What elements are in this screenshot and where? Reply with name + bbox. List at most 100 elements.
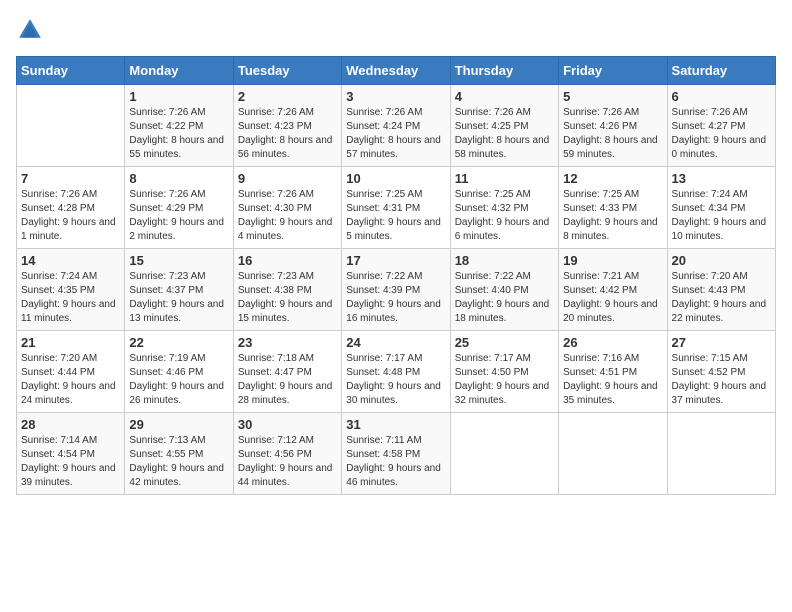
calendar-week-row: 1Sunrise: 7:26 AM Sunset: 4:22 PM Daylig… xyxy=(17,85,776,167)
cell-day-number: 6 xyxy=(672,89,771,104)
calendar-cell: 12 Sunrise: 7:25 AM Sunset: 4:33 PM Dayli… xyxy=(559,167,667,249)
cell-day-number: 27 xyxy=(672,335,771,350)
calendar-week-row: 14 Sunrise: 7:24 AM Sunset: 4:35 PM Dayli… xyxy=(17,249,776,331)
calendar-cell: 13Sunrise: 7:24 AM Sunset: 4:34 PM Dayli… xyxy=(667,167,775,249)
cell-day-number: 31 xyxy=(346,417,445,432)
page-header xyxy=(16,16,776,44)
cell-info: Sunrise: 7:22 AM Sunset: 4:40 PM Dayligh… xyxy=(455,270,554,326)
cell-info: Sunrise: 7:20 AM Sunset: 4:43 PM Dayligh… xyxy=(672,270,771,326)
calendar-week-row: 21 Sunrise: 7:20 AM Sunset: 4:44 PM Dayli… xyxy=(17,331,776,413)
calendar-cell: 15Sunrise: 7:23 AM Sunset: 4:37 PM Dayli… xyxy=(125,249,233,331)
calendar-cell: 9 Sunrise: 7:26 AM Sunset: 4:30 PM Daylig… xyxy=(233,167,341,249)
cell-info: Sunrise: 7:25 AM Sunset: 4:32 PM Dayligh… xyxy=(455,188,554,244)
cell-info: Sunrise: 7:25 AM Sunset: 4:31 PM Dayligh… xyxy=(346,188,445,244)
calendar-cell: 8 Sunrise: 7:26 AM Sunset: 4:29 PM Daylig… xyxy=(125,167,233,249)
calendar-cell: 22Sunrise: 7:19 AM Sunset: 4:46 PM Dayli… xyxy=(125,331,233,413)
calendar-cell: 29 Sunrise: 7:13 AM Sunset: 4:55 PM Dayli… xyxy=(125,413,233,495)
cell-day-number: 14 xyxy=(21,253,120,268)
calendar-cell: 2 Sunrise: 7:26 AM Sunset: 4:23 PM Daylig… xyxy=(233,85,341,167)
cell-day-number: 18 xyxy=(455,253,554,268)
calendar-cell: 18 Sunrise: 7:22 AM Sunset: 4:40 PM Dayli… xyxy=(450,249,558,331)
cell-day-number: 25 xyxy=(455,335,554,350)
calendar-day-header: Monday xyxy=(125,57,233,85)
cell-info: Sunrise: 7:15 AM Sunset: 4:52 PM Dayligh… xyxy=(672,352,771,408)
calendar-cell: 20 Sunrise: 7:20 AM Sunset: 4:43 PM Dayli… xyxy=(667,249,775,331)
cell-day-number: 9 xyxy=(238,171,337,186)
cell-day-number: 11 xyxy=(455,171,554,186)
cell-info: Sunrise: 7:14 AM Sunset: 4:54 PM Dayligh… xyxy=(21,434,120,490)
cell-info: Sunrise: 7:17 AM Sunset: 4:48 PM Dayligh… xyxy=(346,352,445,408)
calendar-cell: 28 Sunrise: 7:14 AM Sunset: 4:54 PM Dayli… xyxy=(17,413,125,495)
calendar-cell: 19 Sunrise: 7:21 AM Sunset: 4:42 PM Dayli… xyxy=(559,249,667,331)
cell-day-number: 3 xyxy=(346,89,445,104)
cell-day-number: 29 xyxy=(129,417,228,432)
cell-info: Sunrise: 7:26 AM Sunset: 4:30 PM Dayligh… xyxy=(238,188,337,244)
cell-info: Sunrise: 7:22 AM Sunset: 4:39 PM Dayligh… xyxy=(346,270,445,326)
calendar-cell: 11 Sunrise: 7:25 AM Sunset: 4:32 PM Dayli… xyxy=(450,167,558,249)
calendar-cell: 25 Sunrise: 7:17 AM Sunset: 4:50 PM Dayli… xyxy=(450,331,558,413)
calendar-week-row: 28 Sunrise: 7:14 AM Sunset: 4:54 PM Dayli… xyxy=(17,413,776,495)
cell-info: Sunrise: 7:18 AM Sunset: 4:47 PM Dayligh… xyxy=(238,352,337,408)
cell-info: Sunrise: 7:21 AM Sunset: 4:42 PM Dayligh… xyxy=(563,270,662,326)
cell-info: Sunrise: 7:26 AM Sunset: 4:27 PM Dayligh… xyxy=(672,106,771,162)
calendar-cell: 16 Sunrise: 7:23 AM Sunset: 4:38 PM Dayli… xyxy=(233,249,341,331)
cell-info: Sunrise: 7:26 AM Sunset: 4:24 PM Dayligh… xyxy=(346,106,445,162)
calendar-cell: 1Sunrise: 7:26 AM Sunset: 4:22 PM Daylig… xyxy=(125,85,233,167)
cell-day-number: 5 xyxy=(563,89,662,104)
cell-info: Sunrise: 7:25 AM Sunset: 4:33 PM Dayligh… xyxy=(563,188,662,244)
cell-info: Sunrise: 7:16 AM Sunset: 4:51 PM Dayligh… xyxy=(563,352,662,408)
calendar-cell: 21 Sunrise: 7:20 AM Sunset: 4:44 PM Dayli… xyxy=(17,331,125,413)
cell-day-number: 28 xyxy=(21,417,120,432)
calendar-day-header: Wednesday xyxy=(342,57,450,85)
cell-info: Sunrise: 7:13 AM Sunset: 4:55 PM Dayligh… xyxy=(129,434,228,490)
calendar-day-header: Sunday xyxy=(17,57,125,85)
cell-info: Sunrise: 7:26 AM Sunset: 4:29 PM Dayligh… xyxy=(129,188,228,244)
calendar-cell: 10 Sunrise: 7:25 AM Sunset: 4:31 PM Dayli… xyxy=(342,167,450,249)
calendar-cell: 27 Sunrise: 7:15 AM Sunset: 4:52 PM Dayli… xyxy=(667,331,775,413)
calendar-day-header: Tuesday xyxy=(233,57,341,85)
cell-info: Sunrise: 7:23 AM Sunset: 4:38 PM Dayligh… xyxy=(238,270,337,326)
calendar-cell xyxy=(559,413,667,495)
cell-info: Sunrise: 7:26 AM Sunset: 4:23 PM Dayligh… xyxy=(238,106,337,162)
logo-icon xyxy=(16,16,44,44)
cell-day-number: 13 xyxy=(672,171,771,186)
cell-day-number: 20 xyxy=(672,253,771,268)
calendar-week-row: 7 Sunrise: 7:26 AM Sunset: 4:28 PM Daylig… xyxy=(17,167,776,249)
cell-day-number: 12 xyxy=(563,171,662,186)
calendar-cell: 26 Sunrise: 7:16 AM Sunset: 4:51 PM Dayli… xyxy=(559,331,667,413)
cell-day-number: 15 xyxy=(129,253,228,268)
calendar-cell xyxy=(450,413,558,495)
calendar-cell: 6 Sunrise: 7:26 AM Sunset: 4:27 PM Daylig… xyxy=(667,85,775,167)
cell-day-number: 7 xyxy=(21,171,120,186)
calendar-cell: 30Sunrise: 7:12 AM Sunset: 4:56 PM Dayli… xyxy=(233,413,341,495)
cell-day-number: 2 xyxy=(238,89,337,104)
cell-day-number: 1 xyxy=(129,89,228,104)
cell-day-number: 24 xyxy=(346,335,445,350)
cell-info: Sunrise: 7:24 AM Sunset: 4:35 PM Dayligh… xyxy=(21,270,120,326)
cell-day-number: 21 xyxy=(21,335,120,350)
cell-info: Sunrise: 7:19 AM Sunset: 4:46 PM Dayligh… xyxy=(129,352,228,408)
cell-info: Sunrise: 7:26 AM Sunset: 4:28 PM Dayligh… xyxy=(21,188,120,244)
logo xyxy=(16,16,48,44)
calendar-cell: 7 Sunrise: 7:26 AM Sunset: 4:28 PM Daylig… xyxy=(17,167,125,249)
calendar-cell: 24 Sunrise: 7:17 AM Sunset: 4:48 PM Dayli… xyxy=(342,331,450,413)
cell-day-number: 16 xyxy=(238,253,337,268)
calendar-day-header: Thursday xyxy=(450,57,558,85)
calendar-cell: 3 Sunrise: 7:26 AM Sunset: 4:24 PM Daylig… xyxy=(342,85,450,167)
calendar-header-row: SundayMondayTuesdayWednesdayThursdayFrid… xyxy=(17,57,776,85)
calendar-day-header: Friday xyxy=(559,57,667,85)
calendar-cell: 5Sunrise: 7:26 AM Sunset: 4:26 PM Daylig… xyxy=(559,85,667,167)
cell-day-number: 10 xyxy=(346,171,445,186)
cell-info: Sunrise: 7:20 AM Sunset: 4:44 PM Dayligh… xyxy=(21,352,120,408)
calendar-cell xyxy=(17,85,125,167)
calendar-cell: 4 Sunrise: 7:26 AM Sunset: 4:25 PM Daylig… xyxy=(450,85,558,167)
calendar-cell xyxy=(667,413,775,495)
cell-info: Sunrise: 7:17 AM Sunset: 4:50 PM Dayligh… xyxy=(455,352,554,408)
cell-day-number: 30 xyxy=(238,417,337,432)
cell-day-number: 8 xyxy=(129,171,228,186)
cell-day-number: 4 xyxy=(455,89,554,104)
cell-day-number: 26 xyxy=(563,335,662,350)
calendar-table: SundayMondayTuesdayWednesdayThursdayFrid… xyxy=(16,56,776,495)
cell-day-number: 19 xyxy=(563,253,662,268)
cell-info: Sunrise: 7:26 AM Sunset: 4:25 PM Dayligh… xyxy=(455,106,554,162)
